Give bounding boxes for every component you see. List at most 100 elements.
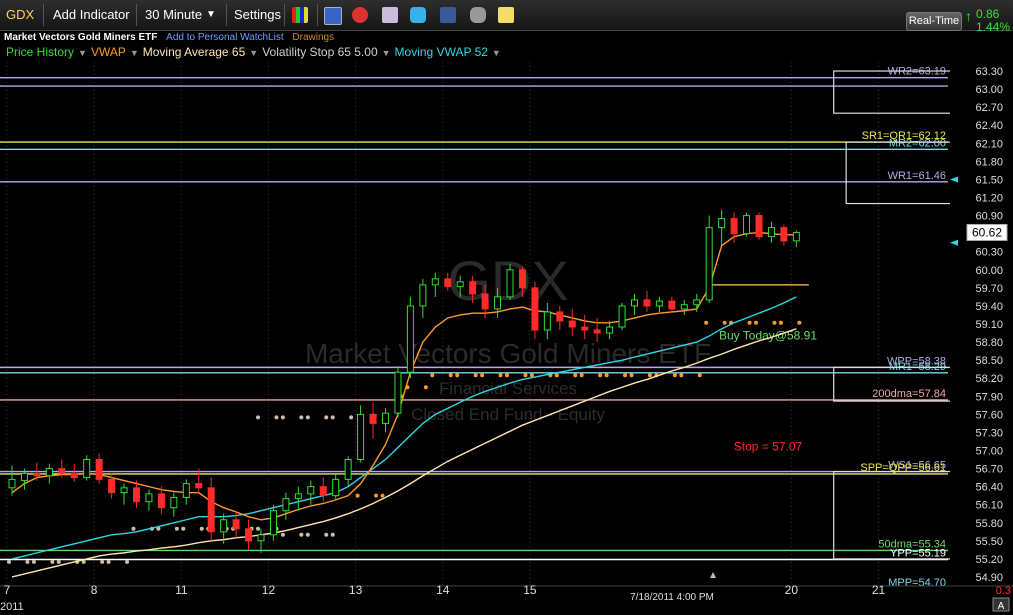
- candle-body: [444, 278, 452, 288]
- vstop-dot: [797, 320, 802, 325]
- y-tick-label: 57.60: [975, 409, 1003, 421]
- candle-body: [394, 371, 402, 414]
- candle-body: [269, 510, 277, 536]
- vstop-dot: [374, 493, 379, 498]
- vstop-dot: [772, 320, 777, 325]
- vstop-dot: [330, 415, 335, 420]
- level-label-12: MPP=54.70: [888, 577, 946, 589]
- candle-body: [220, 519, 228, 533]
- candle-body: [668, 300, 676, 310]
- candle-body: [257, 534, 265, 542]
- mvwap52-line: [11, 296, 797, 560]
- candle-body: [108, 478, 116, 494]
- vstop-dot: [355, 493, 360, 498]
- y-tick-label: 57.00: [975, 445, 1003, 457]
- candle-body: [319, 486, 327, 497]
- candle-body: [643, 299, 651, 307]
- candle-body: [145, 493, 153, 503]
- vstop-dot: [125, 559, 130, 564]
- vstop-dot: [697, 373, 702, 378]
- vwap-line: [11, 231, 797, 521]
- vstop-dot: [598, 373, 603, 378]
- candle-body: [718, 218, 726, 229]
- candle-body: [83, 459, 91, 479]
- cursor-time-label: 7/18/2011 4:00 PM: [630, 592, 714, 603]
- vstop-dot: [199, 526, 204, 531]
- candle-body: [232, 519, 240, 530]
- vstop-dot: [25, 559, 30, 564]
- y-tick-label: 60.90: [975, 211, 1003, 223]
- candle-body: [655, 300, 663, 307]
- vstop-dot: [56, 559, 61, 564]
- candle-body: [419, 284, 427, 307]
- cursor-marker-icon: [710, 572, 716, 578]
- x-tick-label: 7: [4, 583, 11, 597]
- candle-body: [282, 498, 290, 512]
- vstop-dot: [299, 532, 304, 537]
- candle-body: [195, 483, 203, 489]
- vstop-dot: [704, 320, 709, 325]
- candle-body: [680, 304, 688, 310]
- vstop-dot: [672, 373, 677, 378]
- candle-body: [506, 269, 514, 298]
- vstop-dot: [573, 373, 578, 378]
- vstop-dot: [324, 415, 329, 420]
- vstop-dot: [579, 373, 584, 378]
- last-price-label: 60.62: [972, 225, 1002, 239]
- candle-body: [568, 320, 576, 328]
- y-tick-label: 59.10: [975, 319, 1003, 331]
- candle-body: [120, 487, 128, 494]
- vstop-dot: [305, 532, 310, 537]
- vstop-dot: [554, 373, 559, 378]
- y-tick-label: 61.80: [975, 156, 1003, 168]
- candle-body: [294, 493, 302, 500]
- y-tick-label: 55.50: [975, 536, 1003, 548]
- x-tick-label: 15: [523, 583, 537, 597]
- candle-body: [593, 329, 601, 334]
- vstop-dot: [299, 415, 304, 420]
- vstop-dot: [778, 320, 783, 325]
- level-label-7: 200dma=57.84: [872, 388, 946, 400]
- x-tick-label: 13: [349, 583, 363, 597]
- candle-body: [456, 281, 464, 288]
- x-tick-label: 20: [785, 583, 799, 597]
- vstop-dot: [330, 532, 335, 537]
- candle-body: [45, 468, 53, 477]
- candle-body: [631, 299, 638, 307]
- level-label-0: WR2=63.19: [888, 66, 946, 78]
- y-tick-label: 57.90: [975, 391, 1003, 403]
- vstop-dot: [473, 373, 478, 378]
- x-tick-label: 8: [91, 583, 98, 597]
- price-chart[interactable]: GDXMarket Vectors Gold Miners ETFFinanci…: [0, 0, 1013, 615]
- candle-body: [406, 305, 414, 373]
- candle-body: [693, 299, 701, 306]
- candle-body: [382, 412, 389, 424]
- y-tick-label: 60.00: [975, 265, 1003, 277]
- vstop-dot: [754, 320, 758, 325]
- candle-body: [332, 478, 340, 497]
- y-tick-label: 61.20: [975, 193, 1003, 205]
- vstop-dot: [174, 526, 179, 531]
- candle-body: [431, 278, 439, 286]
- vstop-dot: [498, 373, 503, 378]
- candle-body: [531, 287, 539, 331]
- vstop-dot: [181, 526, 186, 531]
- y-tick-label: 60.30: [975, 247, 1003, 259]
- y-tick-label: 56.70: [975, 464, 1003, 476]
- y-tick-label: 62.10: [975, 138, 1003, 150]
- vstop-dot: [349, 415, 354, 420]
- year-label: 2011: [0, 601, 24, 613]
- level-label-4: WR1=61.46: [888, 170, 946, 182]
- vstop-dot: [480, 373, 485, 378]
- candle-body: [70, 472, 78, 479]
- x-tick-label: 14: [436, 583, 450, 597]
- vstop-dot: [106, 559, 111, 564]
- annotation-1: Stop = 57.07: [734, 439, 803, 453]
- y-tick-label: 58.80: [975, 337, 1003, 349]
- vstop-dot: [256, 526, 260, 531]
- candle-body: [182, 483, 190, 498]
- candle-body: [755, 215, 763, 238]
- candle-body: [743, 215, 751, 235]
- candle-body: [730, 218, 738, 235]
- vstop-dot: [722, 320, 727, 325]
